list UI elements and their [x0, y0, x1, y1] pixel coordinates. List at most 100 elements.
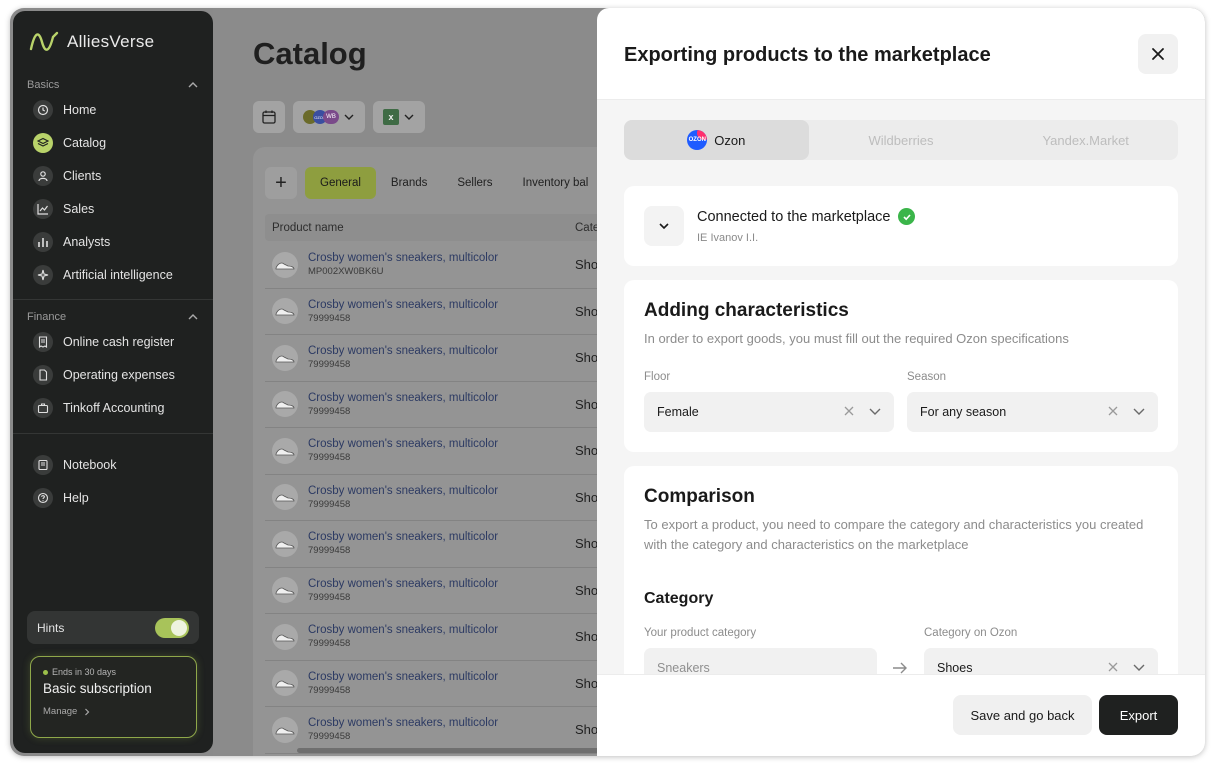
clear-icon[interactable] — [842, 404, 856, 418]
table-row[interactable]: Crosby women's sneakers, multicolor 79999… — [265, 382, 613, 428]
product-name-link[interactable]: Crosby women's sneakers, multicolor — [308, 252, 498, 264]
characteristics-title: Adding characteristics — [644, 300, 849, 321]
chevron-down-icon[interactable] — [1132, 660, 1146, 674]
row-text: Crosby women's sneakers, multicolor 79999… — [308, 717, 498, 742]
excel-export-button[interactable]: x — [373, 101, 425, 133]
tab-sellers[interactable]: Sellers — [442, 167, 507, 199]
export-button[interactable]: Export — [1099, 695, 1178, 735]
subscription-title: Basic subscription — [43, 681, 152, 696]
sidebar-item-notebook[interactable]: Notebook — [33, 452, 203, 478]
expand-connection-button[interactable] — [644, 206, 684, 246]
chevron-up-icon[interactable] — [187, 79, 199, 91]
product-name-link[interactable]: Crosby women's sneakers, multicolor — [308, 392, 498, 404]
sidebar-item-ai[interactable]: Artificial intelligence — [33, 262, 203, 288]
product-category: Sho — [575, 582, 599, 598]
subscription-manage-link[interactable]: Manage — [43, 706, 184, 717]
drawer-body: OZON Ozon Wildberries Yandex.Market Conn… — [597, 100, 1205, 674]
table-row[interactable]: Crosby women's sneakers, multicolor MP002… — [265, 242, 613, 289]
ozon-category-value: Shoes — [937, 661, 973, 674]
product-name-link[interactable]: Crosby women's sneakers, multicolor — [308, 624, 498, 636]
column-product-name[interactable]: Product name — [272, 222, 344, 234]
table-row[interactable]: Crosby women's sneakers, multicolor 79999… — [265, 521, 613, 568]
table-row[interactable]: Crosby women's sneakers, multicolor 79999… — [265, 475, 613, 521]
table-row[interactable]: Crosby women's sneakers, multicolor 79999… — [265, 335, 613, 382]
column-category[interactable]: Cate — [575, 222, 599, 234]
your-category-field[interactable]: Sneakers — [644, 648, 877, 674]
tab-ozon-label: Ozon — [714, 132, 746, 148]
tab-brands[interactable]: Brands — [376, 167, 442, 199]
close-button[interactable] — [1138, 34, 1178, 74]
ozon-category-select[interactable]: Shoes — [924, 648, 1158, 674]
clear-icon[interactable] — [1106, 404, 1120, 418]
tab-yandex-market[interactable]: Yandex.Market — [993, 120, 1178, 160]
calendar-button[interactable] — [253, 101, 285, 133]
app-window: AlliesVerse Basics Home Catalog Clients … — [10, 8, 1205, 756]
tab-ozon[interactable]: OZON Ozon — [624, 120, 809, 160]
document-icon — [33, 365, 53, 385]
table-row[interactable]: Crosby women's sneakers, multicolor 79999… — [265, 707, 613, 754]
sidebar-item-operating-expenses[interactable]: Operating expenses — [33, 362, 203, 388]
table-row[interactable]: Crosby women's sneakers, multicolor 79999… — [265, 289, 613, 335]
save-and-go-back-button[interactable]: Save and go back — [953, 695, 1092, 735]
add-tab-button[interactable]: + — [265, 167, 297, 199]
sidebar-item-catalog[interactable]: Catalog — [33, 130, 203, 156]
sidebar-item-help[interactable]: Help — [33, 485, 203, 511]
your-category-value: Sneakers — [657, 661, 710, 674]
section-finance-header[interactable]: Finance — [27, 311, 199, 323]
section-finance-label: Finance — [27, 311, 67, 323]
season-select[interactable]: For any season — [907, 392, 1158, 432]
sidebar-item-online-cash-register[interactable]: Online cash register — [33, 329, 203, 355]
section-basics-label: Basics — [27, 79, 60, 91]
sidebar-item-home[interactable]: Home — [33, 97, 203, 123]
sneaker-thumbnail-icon — [272, 437, 298, 464]
brand-logo[interactable]: AlliesVerse — [29, 29, 154, 55]
comparison-description: To export a product, you need to compare… — [644, 517, 1144, 552]
tab-inventory[interactable]: Inventory bal — [508, 167, 604, 199]
drawer-footer: Save and go back Export — [597, 674, 1205, 756]
tab-general[interactable]: General — [305, 167, 376, 199]
table-row[interactable]: Crosby women's sneakers, multicolor 79999… — [265, 614, 613, 661]
product-category: Sho — [575, 629, 599, 645]
hints-label: Hints — [37, 620, 65, 635]
table-row[interactable]: Crosby women's sneakers, multicolor 79999… — [265, 428, 613, 475]
sidebar-item-clients[interactable]: Clients — [33, 163, 203, 189]
product-sku: 79999458 — [308, 684, 351, 696]
chevron-down-icon — [404, 114, 414, 120]
product-sku: 79999458 — [308, 591, 351, 603]
product-name-link[interactable]: Crosby women's sneakers, multicolor — [308, 485, 498, 497]
product-name-link[interactable]: Crosby women's sneakers, multicolor — [308, 531, 498, 543]
sneaker-thumbnail-icon — [272, 484, 298, 511]
floor-select[interactable]: Female — [644, 392, 894, 432]
hints-toggle[interactable] — [155, 617, 189, 638]
excel-icon: x — [383, 109, 399, 125]
sidebar-item-analysts[interactable]: Analysts — [33, 229, 203, 255]
chevron-up-icon[interactable] — [187, 311, 199, 323]
connection-title: Connected to the marketplace — [697, 208, 891, 225]
marketplace-filter-button[interactable]: OZON WB — [293, 101, 365, 133]
row-text: Crosby women's sneakers, multicolor 79999… — [308, 392, 498, 417]
product-name-link[interactable]: Crosby women's sneakers, multicolor — [308, 299, 498, 311]
table-row[interactable]: Crosby women's sneakers, multicolor 79999… — [265, 568, 613, 614]
product-name-link[interactable]: Crosby women's sneakers, multicolor — [308, 578, 498, 590]
chevron-down-icon[interactable] — [868, 404, 882, 418]
sidebar-item-sales[interactable]: Sales — [33, 196, 203, 222]
characteristics-card: Adding characteristics In order to expor… — [624, 280, 1178, 452]
clear-icon[interactable] — [1106, 660, 1120, 674]
tab-wildberries[interactable]: Wildberries — [809, 120, 994, 160]
product-name-link[interactable]: Crosby women's sneakers, multicolor — [308, 438, 498, 450]
product-category: Sho — [575, 443, 599, 459]
chevron-down-icon[interactable] — [1132, 404, 1146, 418]
table-row[interactable]: Crosby women's sneakers, multicolor 79999… — [265, 661, 613, 707]
row-text: Crosby women's sneakers, multicolor 79999… — [308, 624, 498, 649]
comparison-title: Comparison — [644, 486, 755, 507]
sneaker-thumbnail-icon — [272, 344, 298, 371]
sidebar-item-tinkoff-accounting[interactable]: Tinkoff Accounting — [33, 395, 203, 421]
subscription-card: Ends in 30 days Basic subscription Manag… — [30, 656, 197, 738]
product-name-link[interactable]: Crosby women's sneakers, multicolor — [308, 671, 498, 683]
section-basics-header[interactable]: Basics — [27, 79, 199, 91]
product-name-link[interactable]: Crosby women's sneakers, multicolor — [308, 345, 498, 357]
wb-logo-icon: WB — [323, 110, 339, 124]
row-text: Crosby women's sneakers, multicolor 79999… — [308, 578, 498, 603]
product-name-link[interactable]: Crosby women's sneakers, multicolor — [308, 717, 498, 729]
row-text: Crosby women's sneakers, multicolor 79999… — [308, 485, 498, 510]
